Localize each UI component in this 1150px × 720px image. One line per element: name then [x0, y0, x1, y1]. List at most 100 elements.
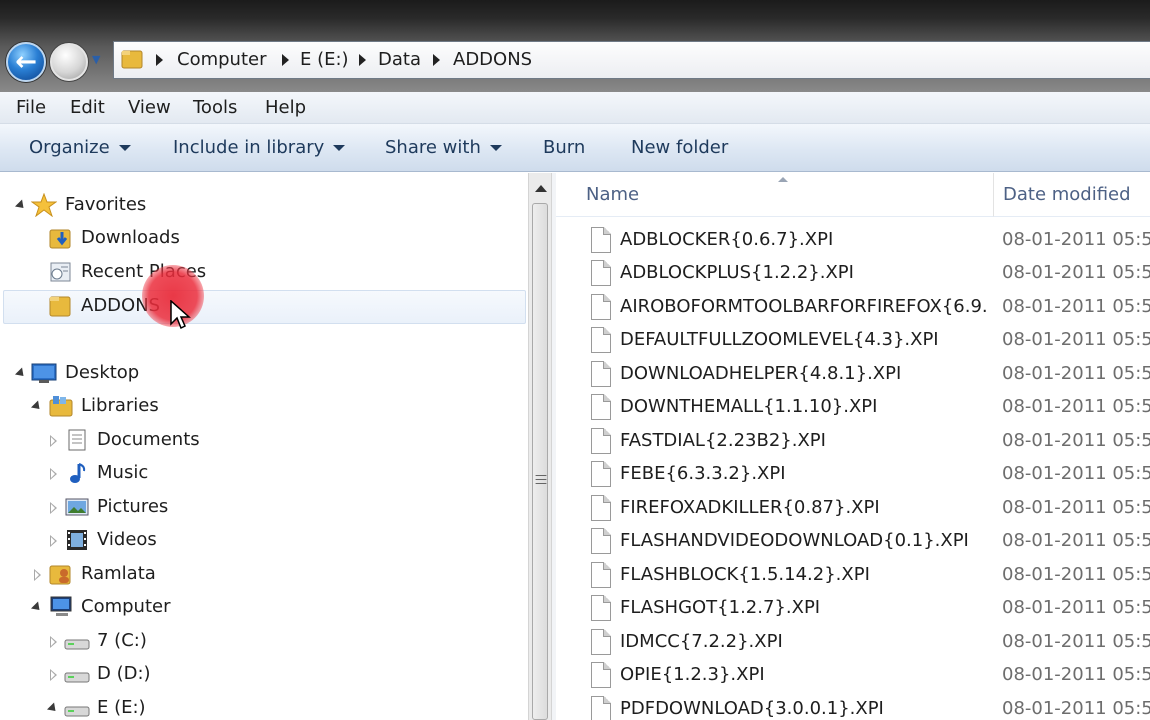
file-row[interactable]: IDMCC{7.2.2}.XPI 08-01-2011 05:58 — [556, 626, 1150, 659]
tree-item-recent-places[interactable]: Recent Places — [0, 257, 520, 289]
expand-arrow-icon[interactable] — [14, 199, 28, 212]
file-row[interactable]: OPIE{1.2.3}.XPI 08-01-2011 05:58 — [556, 659, 1150, 692]
file-row[interactable]: FLASHGOT{1.2.7}.XPI 08-01-2011 05:58 — [556, 592, 1150, 625]
collapse-arrow-icon[interactable] — [50, 502, 57, 514]
tree-item-drive-e[interactable]: E (E:) — [0, 693, 520, 720]
tree-label-pictures: Pictures — [97, 496, 169, 517]
breadcrumb-separator-icon[interactable] — [156, 54, 163, 66]
file-row[interactable]: FASTDIAL{2.23B2}.XPI 08-01-2011 05:58 — [556, 425, 1150, 458]
collapse-arrow-icon[interactable] — [50, 535, 57, 547]
file-icon — [591, 394, 611, 420]
file-date-modified: 08-01-2011 05:58 — [1002, 698, 1150, 719]
tree-item-drive-c[interactable]: 7 (C:) — [0, 626, 520, 658]
file-date-modified: 08-01-2011 05:58 — [1002, 564, 1150, 585]
command-bar: Organize Include in library Share with B… — [0, 124, 1150, 172]
column-header-date-label: Date modified — [1003, 184, 1131, 205]
tree-item-addons[interactable]: ADDONS — [0, 291, 520, 323]
file-name: DOWNLOADHELPER{4.8.1}.XPI — [620, 363, 902, 384]
back-button[interactable]: ← — [6, 42, 46, 82]
tree-item-downloads[interactable]: Downloads — [0, 223, 520, 255]
collapse-arrow-icon[interactable] — [50, 435, 57, 447]
menu-file[interactable]: File — [16, 97, 46, 118]
file-name: FASTDIAL{2.23B2}.XPI — [620, 430, 826, 451]
file-name: DOWNTHEMALL{1.1.10}.XPI — [620, 396, 878, 417]
scroll-up-arrow-icon[interactable] — [535, 185, 547, 192]
file-icon — [591, 696, 611, 720]
share-with-button[interactable]: Share with — [385, 137, 502, 158]
address-bar[interactable]: Computer E (E:) Data ADDONS — [113, 41, 1150, 79]
file-row[interactable]: FLASHANDVIDEODOWNLOAD{0.1}.XPI 08-01-201… — [556, 525, 1150, 558]
menu-edit[interactable]: Edit — [70, 97, 105, 118]
expand-arrow-icon[interactable] — [46, 702, 60, 715]
recent-places-icon — [50, 262, 71, 282]
burn-button[interactable]: Burn — [543, 137, 585, 158]
breadcrumb-data[interactable]: Data — [378, 49, 421, 70]
file-row[interactable]: PDFDOWNLOAD{3.0.0.1}.XPI 08-01-2011 05:5… — [556, 693, 1150, 720]
breadcrumb-separator-icon[interactable] — [359, 54, 366, 66]
file-row[interactable]: DOWNTHEMALL{1.1.10}.XPI 08-01-2011 05:58 — [556, 391, 1150, 424]
file-icon — [591, 361, 611, 387]
tree-item-computer[interactable]: Computer — [0, 592, 520, 624]
menu-view[interactable]: View — [128, 97, 171, 118]
new-folder-button[interactable]: New folder — [631, 137, 728, 158]
file-name: IDMCC{7.2.2}.XPI — [620, 631, 783, 652]
hard-drive-icon — [64, 706, 90, 717]
tree-item-videos[interactable]: Videos — [0, 525, 520, 557]
mouse-pointer-icon — [170, 300, 191, 330]
include-in-library-button[interactable]: Include in library — [173, 137, 346, 158]
expand-arrow-icon[interactable] — [14, 367, 28, 380]
breadcrumb-separator-icon[interactable] — [433, 54, 440, 66]
collapse-arrow-icon[interactable] — [34, 569, 41, 581]
navigation-pane-scrollbar[interactable]: — — — — [528, 173, 552, 720]
chevron-down-icon — [118, 145, 131, 151]
tree-label-music: Music — [97, 462, 149, 483]
tree-item-desktop[interactable]: Desktop — [0, 358, 520, 390]
hard-drive-icon — [64, 672, 90, 683]
scrollbar-thumb[interactable] — [532, 203, 548, 720]
tree-item-music[interactable]: Music — [0, 458, 520, 490]
tree-item-pictures[interactable]: Pictures — [0, 492, 520, 524]
recent-pages-dropdown-icon[interactable]: ▼ — [92, 53, 100, 66]
file-date-modified: 08-01-2011 05:58 — [1002, 664, 1150, 685]
organize-label: Organize — [29, 137, 110, 158]
file-row[interactable]: FIREFOXADKILLER{0.87}.XPI 08-01-2011 05:… — [556, 492, 1150, 525]
breadcrumb-computer[interactable]: Computer — [177, 49, 266, 70]
file-row[interactable]: ADBLOCKPLUS{1.2.2}.XPI 08-01-2011 05:58 — [556, 257, 1150, 290]
star-icon — [31, 193, 57, 217]
breadcrumb-separator-icon[interactable] — [282, 54, 289, 66]
file-row[interactable]: ADBLOCKER{0.6.7}.XPI 08-01-2011 05:58 — [556, 224, 1150, 257]
tree-item-documents[interactable]: Documents — [0, 425, 520, 457]
file-name: AIROBOFORMTOOLBARFORFIREFOX{6.9.... — [620, 296, 986, 317]
column-header-date-modified[interactable]: Date modified — [994, 173, 1150, 217]
menu-tools[interactable]: Tools — [193, 97, 237, 118]
chevron-down-icon — [333, 145, 346, 151]
expand-arrow-icon[interactable] — [30, 400, 44, 413]
file-date-modified: 08-01-2011 05:58 — [1002, 530, 1150, 551]
tree-item-user-folder[interactable]: Ramlata — [0, 559, 520, 591]
breadcrumb-addons[interactable]: ADDONS — [453, 49, 532, 70]
file-row[interactable]: DEFAULTFULLZOOMLEVEL{4.3}.XPI 08-01-2011… — [556, 324, 1150, 357]
menu-help[interactable]: Help — [265, 97, 306, 118]
expand-arrow-icon[interactable] — [30, 601, 44, 614]
column-header-name-label: Name — [586, 184, 640, 205]
breadcrumb-drive-e[interactable]: E (E:) — [300, 49, 349, 70]
hard-drive-icon — [64, 639, 90, 650]
collapse-arrow-icon[interactable] — [50, 468, 57, 480]
tree-item-favorites[interactable]: Favorites — [0, 190, 520, 222]
column-header-name[interactable]: Name — [556, 173, 994, 217]
file-row[interactable]: FEBE{6.3.3.2}.XPI 08-01-2011 05:58 — [556, 458, 1150, 491]
collapse-arrow-icon[interactable] — [50, 669, 57, 681]
scrollbar-grip-icon: — — — — [535, 468, 547, 490]
file-row[interactable]: AIROBOFORMTOOLBARFORFIREFOX{6.9.... 08-0… — [556, 291, 1150, 324]
tree-item-drive-d[interactable]: D (D:) — [0, 659, 520, 691]
tree-label-libraries: Libraries — [81, 395, 159, 416]
menu-bar: File Edit View Tools Help — [0, 92, 1150, 124]
collapse-arrow-icon[interactable] — [50, 636, 57, 648]
forward-button[interactable] — [50, 43, 88, 81]
file-row[interactable]: FLASHBLOCK{1.5.14.2}.XPI 08-01-2011 05:5… — [556, 559, 1150, 592]
user-folder-icon — [49, 565, 71, 585]
organize-button[interactable]: Organize — [29, 137, 131, 158]
folder-icon — [49, 296, 71, 317]
file-row[interactable]: DOWNLOADHELPER{4.8.1}.XPI 08-01-2011 05:… — [556, 358, 1150, 391]
tree-item-libraries[interactable]: Libraries — [0, 391, 520, 423]
